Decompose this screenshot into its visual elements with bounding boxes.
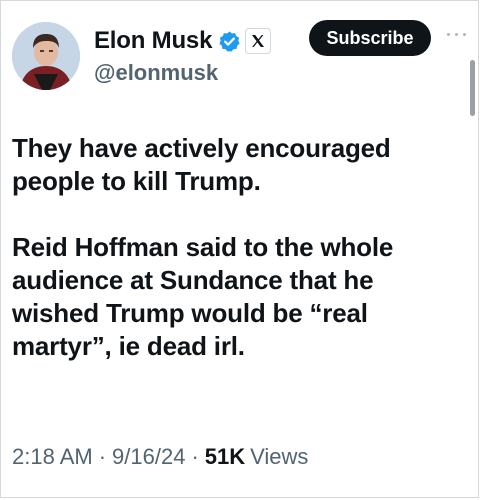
meta-separator: · bbox=[98, 444, 107, 469]
avatar[interactable] bbox=[12, 22, 80, 90]
tweet-date[interactable]: 9/16/24 bbox=[112, 444, 185, 470]
verified-badge-icon bbox=[218, 30, 241, 53]
avatar-image bbox=[12, 22, 80, 90]
tweet-paragraph: They have actively encouraged people to … bbox=[12, 133, 391, 196]
tweet-time[interactable]: 2:18 AM bbox=[12, 444, 93, 470]
views-label: Views bbox=[250, 444, 309, 469]
meta-separator: · bbox=[191, 444, 199, 469]
author-display-name[interactable]: Elon Musk bbox=[94, 27, 212, 55]
x-logo-icon bbox=[245, 28, 272, 54]
more-options-icon[interactable] bbox=[446, 30, 468, 40]
tweet-meta: 2:18 AM · 9/16/24 · 51K Views bbox=[12, 444, 308, 470]
author-name-row: Elon Musk bbox=[94, 26, 272, 56]
tweet-card: Elon Musk @elonmusk Subscribe They have … bbox=[0, 0, 481, 500]
author-handle[interactable]: @elonmusk bbox=[94, 60, 218, 86]
views-count: 51K bbox=[204, 444, 246, 469]
tweet-text: They have actively encouraged people to … bbox=[12, 132, 462, 363]
scrollbar[interactable] bbox=[470, 60, 475, 116]
subscribe-button[interactable]: Subscribe bbox=[309, 20, 431, 56]
tweet-paragraph: Reid Hoffman said to the whole audience … bbox=[12, 232, 394, 361]
